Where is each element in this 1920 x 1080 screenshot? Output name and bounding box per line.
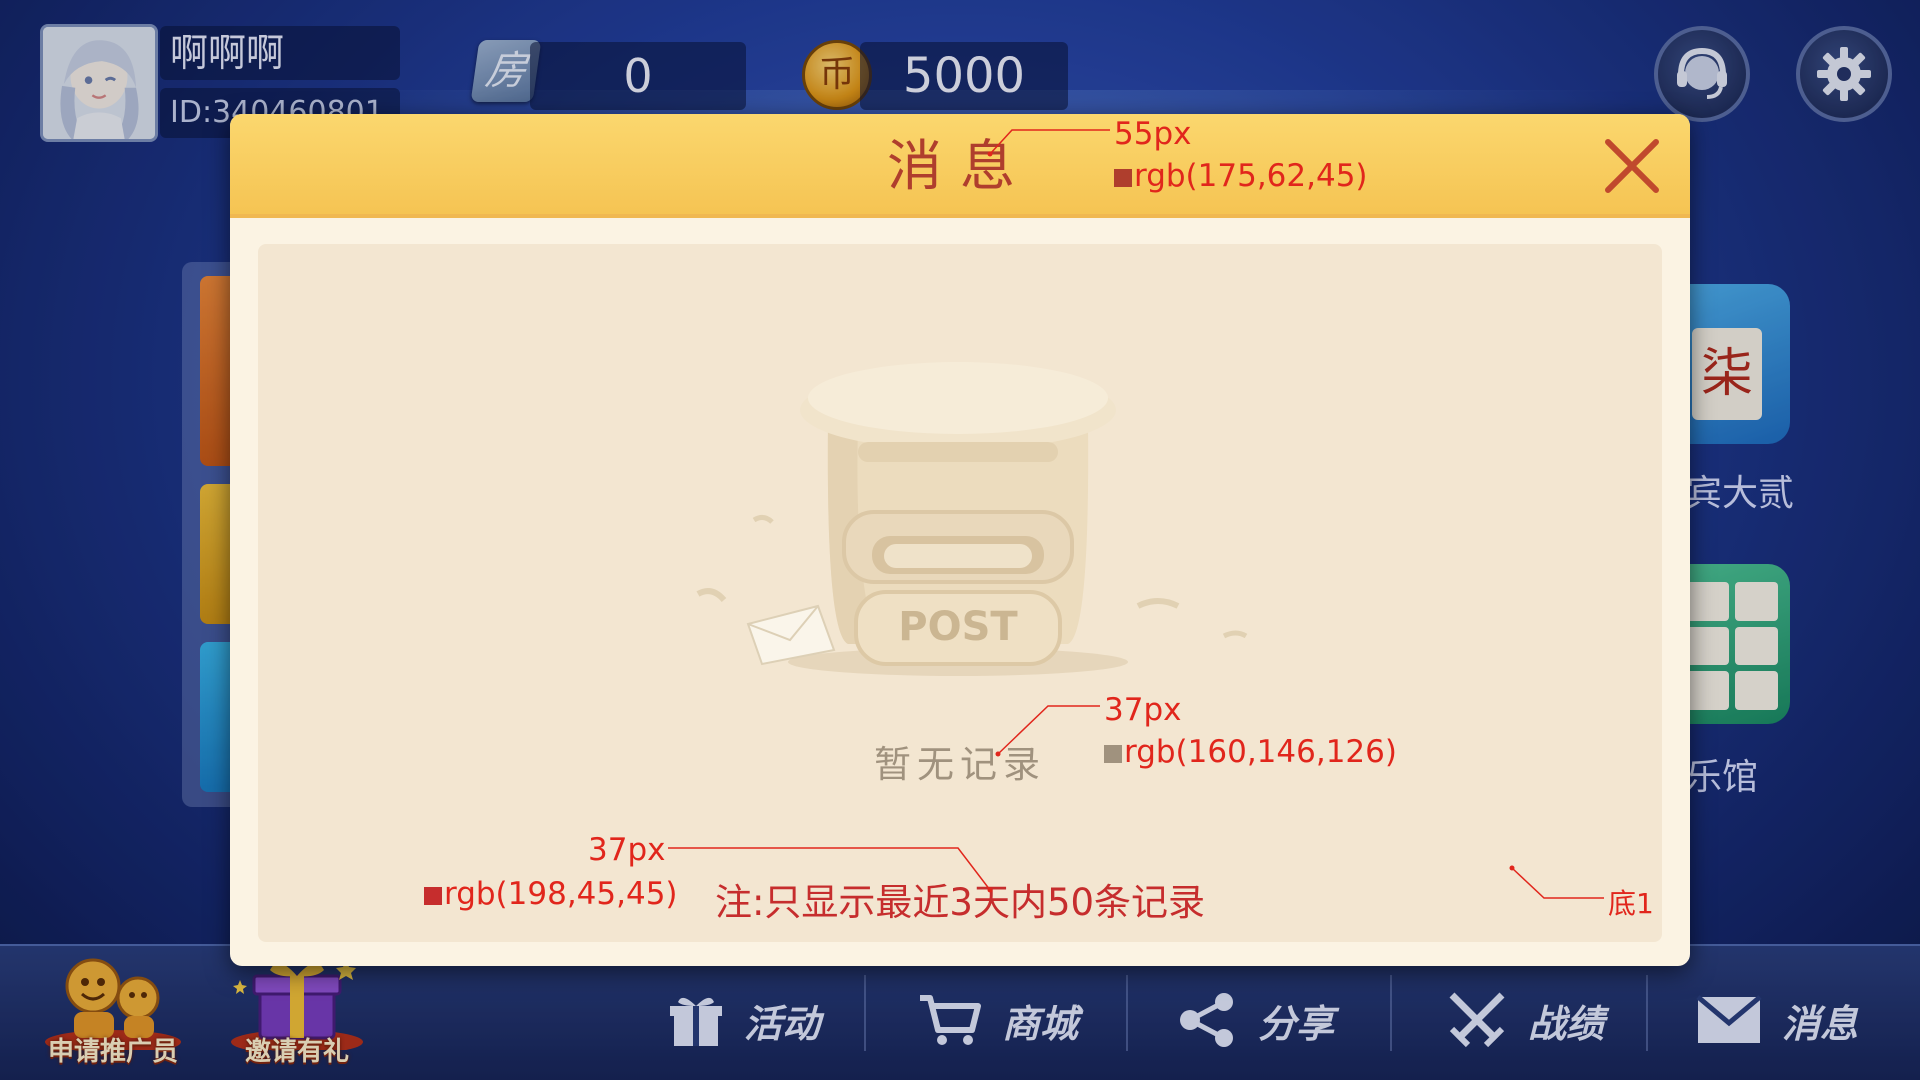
color-swatch <box>424 886 442 905</box>
annotation-color-text: rgb(198,45,45) <box>444 876 678 912</box>
color-swatch <box>1104 744 1122 763</box>
annotation-empty-size: 37px <box>1104 692 1182 728</box>
annotation-empty-color: rgb(160,146,126) <box>1104 734 1397 770</box>
postbox-label: POST <box>898 604 1018 650</box>
annotation-title-color: rgb(175,62,45) <box>1114 158 1368 194</box>
annotation-note-size: 37px <box>588 832 666 868</box>
close-button[interactable] <box>1600 134 1664 198</box>
annotation-color-text: rgb(175,62,45) <box>1134 158 1368 194</box>
color-swatch <box>1114 168 1132 187</box>
close-icon <box>1605 139 1659 193</box>
message-dialog: 消息 POST 暂无记录 注:只显示最近3天内50条记录 <box>230 114 1690 966</box>
annotation-bottom-label: 底1 <box>1608 887 1654 920</box>
annotation-note-color: rgb(198,45,45) <box>424 876 678 912</box>
annotation-color-text: rgb(160,146,126) <box>1124 734 1397 770</box>
message-list-area: POST 暂无记录 注:只显示最近3天内50条记录 <box>258 244 1662 942</box>
dialog-title: 消息 <box>886 134 1033 198</box>
mailbox-icon: POST <box>696 362 1248 676</box>
annotation-title-size: 55px <box>1114 116 1192 152</box>
empty-state-text: 暂无记录 <box>874 743 1046 786</box>
